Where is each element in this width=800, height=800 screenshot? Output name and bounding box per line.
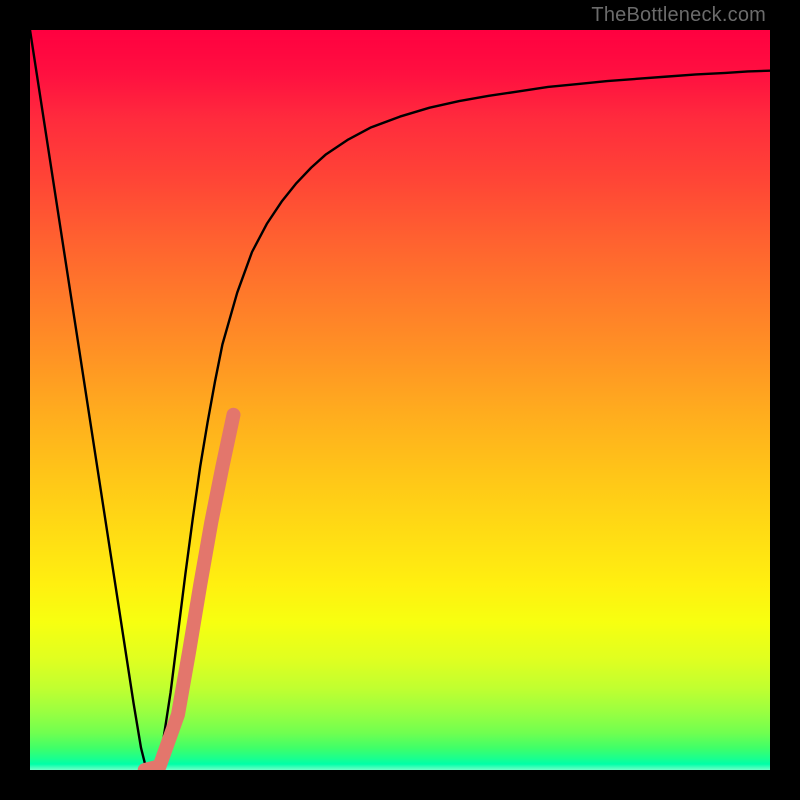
plot-area — [30, 30, 770, 770]
chart-stage: TheBottleneck.com — [0, 0, 800, 800]
watermark-text: TheBottleneck.com — [591, 4, 766, 27]
curve-layer — [30, 30, 770, 770]
highlight-segment — [145, 415, 234, 770]
bottleneck-curve — [30, 30, 770, 770]
